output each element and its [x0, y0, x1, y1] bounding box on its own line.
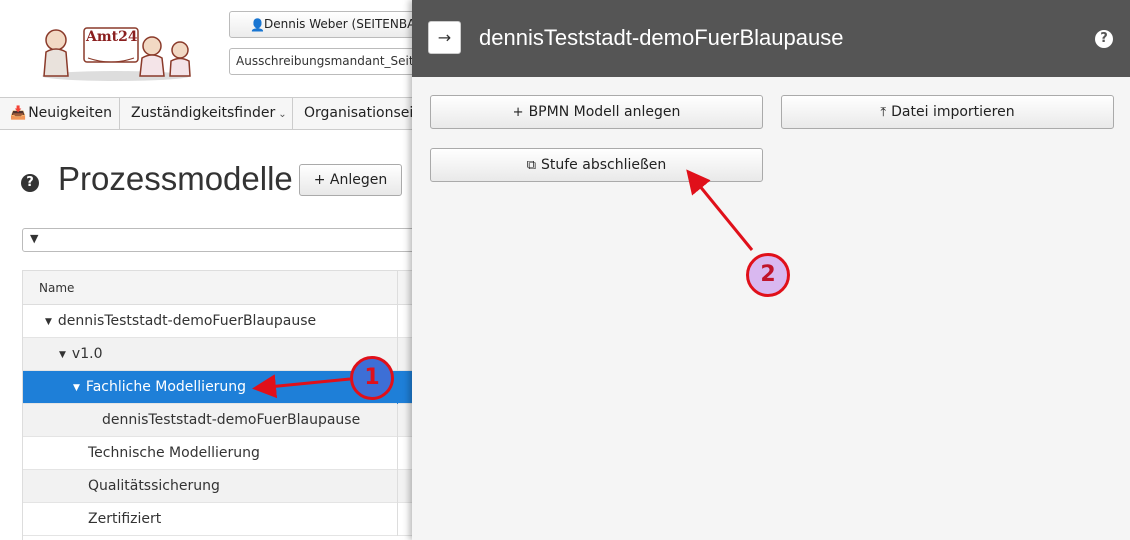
- caret-down-icon[interactable]: ▼: [73, 383, 80, 393]
- mandant-value: Ausschreibungsmandant_Seitenbau: [236, 54, 419, 68]
- datei-importieren-button[interactable]: ⤒ Datei importieren: [781, 95, 1114, 129]
- user-icon: 👤: [250, 18, 265, 32]
- tree-row-label: Qualitätssicherung: [88, 478, 220, 494]
- tree-row-label: dennisTeststadt-demoFuerBlaupause: [57, 313, 317, 329]
- column-separator: [397, 338, 398, 371]
- help-icon[interactable]: ?: [21, 174, 39, 192]
- column-separator: [397, 437, 398, 470]
- page-title: Prozessmodelle: [58, 160, 293, 197]
- panel-title: dennisTeststadt-demoFuerBlaupause: [479, 25, 844, 50]
- help-icon[interactable]: ?: [1095, 30, 1113, 48]
- nav-label: Neuigkeiten: [28, 105, 113, 121]
- nav-label: Zuständigkeitsfinder: [131, 105, 276, 121]
- tree-filter-input[interactable]: ▼: [22, 228, 422, 252]
- tree-row[interactable]: dennisTeststadt-demoFuerBlaupause: [23, 404, 421, 437]
- column-separator: [397, 371, 398, 404]
- copy-documents-icon: ⧉: [526, 158, 536, 173]
- stufe-abschliessen-button[interactable]: ⧉ Stufe abschließen: [430, 148, 763, 182]
- amt24-logo[interactable]: Amt24: [34, 16, 198, 82]
- logo-text: Amt24: [86, 29, 138, 45]
- tree-row-label: Zertifiziert: [88, 511, 162, 527]
- mandant-select[interactable]: Ausschreibungsmandant_Seitenbau: [229, 48, 419, 75]
- tree-row-label: Technische Modellierung: [88, 445, 260, 461]
- tree-row[interactable]: Technische Modellierung: [23, 437, 421, 470]
- tree-row-label: v1.0: [71, 346, 103, 362]
- arrow-right-icon: →: [437, 28, 452, 47]
- column-separator: [397, 271, 398, 305]
- annotation-badge-2: 2: [746, 253, 790, 297]
- column-separator: [397, 503, 398, 536]
- side-panel-header: → dennisTeststadt-demoFuerBlaupause ?: [412, 0, 1130, 77]
- tree-row-label: dennisTeststadt-demoFuerBlaupause: [102, 412, 361, 428]
- annotation-badge-1: 1: [350, 356, 394, 400]
- caret-down-icon[interactable]: ▼: [59, 350, 66, 360]
- user-name: Dennis Weber (SEITENBAU GmbH): [264, 17, 419, 31]
- chevron-down-icon: ⌄: [278, 109, 287, 120]
- nav-item-neuigkeiten[interactable]: 📥 Neuigkeiten: [0, 98, 120, 129]
- inbox-download-icon: 📥: [10, 106, 27, 121]
- tree-row-label: Fachliche Modellierung: [85, 379, 247, 395]
- bpmn-label: BPMN Modell anlegen: [528, 104, 681, 120]
- collapse-panel-button[interactable]: →: [428, 21, 461, 54]
- anlegen-button[interactable]: + Anlegen: [299, 164, 402, 196]
- column-separator: [397, 404, 398, 437]
- tree-row[interactable]: ▼ dennisTeststadt-demoFuerBlaupause: [23, 305, 421, 338]
- bpmn-modell-anlegen-button[interactable]: + BPMN Modell anlegen: [430, 95, 763, 129]
- nav-item-zustaendigkeitsfinder[interactable]: Zuständigkeitsfinder ⌄: [121, 98, 293, 129]
- tree-header: Name: [23, 271, 421, 305]
- tree-row[interactable]: Qualitätssicherung: [23, 470, 421, 503]
- column-separator: [397, 470, 398, 503]
- plus-icon: +: [313, 172, 326, 188]
- stufe-label: Stufe abschließen: [541, 157, 667, 173]
- filter-icon: ▼: [30, 232, 39, 245]
- import-label: Datei importieren: [891, 104, 1015, 120]
- upload-icon: ⤒: [880, 105, 887, 120]
- amt24-logo-graphic: [42, 27, 191, 81]
- user-menu-button[interactable]: 👤 Dennis Weber (SEITENBAU GmbH): [229, 11, 419, 38]
- anlegen-label: Anlegen: [329, 172, 388, 188]
- caret-down-icon[interactable]: ▼: [45, 317, 52, 327]
- tree-row[interactable]: Zertifiziert: [23, 503, 421, 536]
- column-separator: [397, 305, 398, 338]
- process-model-tree: Name ▼ dennisTeststadt-demoFuerBlaupause …: [22, 270, 422, 540]
- plus-icon: +: [512, 105, 524, 120]
- column-header-name[interactable]: Name: [39, 271, 74, 305]
